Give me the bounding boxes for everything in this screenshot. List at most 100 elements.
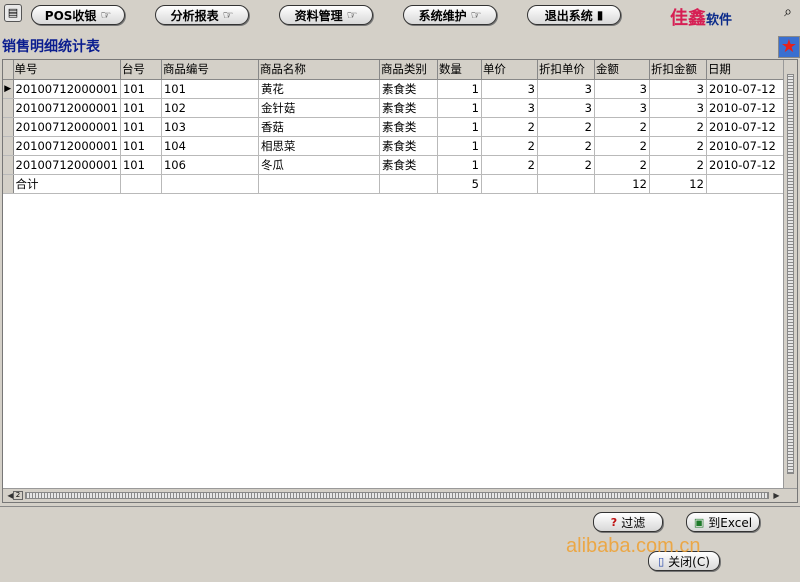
grid-cell[interactable] xyxy=(481,174,538,194)
grid-cell[interactable]: 黄花 xyxy=(258,79,380,99)
column-header[interactable]: 日期 xyxy=(706,60,784,80)
horizontal-scroll-track[interactable] xyxy=(25,492,769,499)
grid-cell[interactable]: 20100712000001 xyxy=(13,117,121,137)
grid-cell[interactable]: 3 xyxy=(537,79,595,99)
column-header[interactable]: 折扣金额 xyxy=(649,60,707,80)
grid-cell[interactable]: 香菇 xyxy=(258,117,380,137)
grid-cell[interactable]: 5 xyxy=(437,174,482,194)
column-header[interactable]: 台号 xyxy=(120,60,162,80)
sales-detail-grid[interactable]: 单号 台号 商品编号 商品名称 商品类别 数量 单价 折扣单价 金额 折扣金额 … xyxy=(2,59,798,503)
grid-cell[interactable]: 3 xyxy=(481,98,538,118)
grid-cell[interactable]: 20100712000001 xyxy=(13,98,121,118)
grid-cell[interactable]: 1 xyxy=(437,155,482,175)
row-indicator[interactable] xyxy=(3,98,14,118)
vertical-scrollbar[interactable] xyxy=(783,60,797,488)
grid-cell[interactable]: 2 xyxy=(481,117,538,137)
grid-cell[interactable]: 素食类 xyxy=(379,155,438,175)
data-management-button[interactable]: 资料管理 ☞ xyxy=(279,5,373,25)
column-header[interactable]: 折扣单价 xyxy=(537,60,595,80)
grid-cell[interactable]: 2 xyxy=(481,155,538,175)
grid-cell[interactable]: 20100712000001 xyxy=(13,136,121,156)
grid-cell[interactable]: 3 xyxy=(481,79,538,99)
grid-cell[interactable] xyxy=(706,174,784,194)
current-row-indicator-icon[interactable]: ▶ xyxy=(3,79,14,99)
grid-cell[interactable] xyxy=(537,174,595,194)
row-indicator[interactable] xyxy=(3,117,14,137)
grid-cell[interactable]: 冬瓜 xyxy=(258,155,380,175)
grid-cell[interactable]: 12 xyxy=(649,174,707,194)
grid-cell[interactable]: 2 xyxy=(537,136,595,156)
grid-cell[interactable]: 3 xyxy=(649,79,707,99)
grid-cell[interactable]: 3 xyxy=(594,79,650,99)
column-header[interactable]: 商品编号 xyxy=(161,60,259,80)
grid-cell[interactable] xyxy=(161,174,259,194)
grid-cell[interactable]: 金针菇 xyxy=(258,98,380,118)
grid-cell[interactable]: 102 xyxy=(161,98,259,118)
magnifier-icon[interactable]: ⌕ xyxy=(780,4,796,20)
grid-cell[interactable]: 20100712000001 xyxy=(13,155,121,175)
grid-cell[interactable]: 103 xyxy=(161,117,259,137)
grid-cell[interactable]: 106 xyxy=(161,155,259,175)
grid-cell[interactable] xyxy=(379,174,438,194)
grid-cell[interactable]: 1 xyxy=(437,98,482,118)
grid-cell[interactable]: 1 xyxy=(437,117,482,137)
grid-cell[interactable]: 2 xyxy=(594,136,650,156)
grid-cell[interactable]: 3 xyxy=(537,98,595,118)
grid-cell[interactable] xyxy=(258,174,380,194)
grid-cell[interactable]: 1 xyxy=(437,136,482,156)
grid-cell[interactable]: 2010-07-12 xyxy=(706,79,784,99)
grid-cell[interactable]: 101 xyxy=(120,98,162,118)
grid-cell[interactable]: 2 xyxy=(649,117,707,137)
star-icon[interactable]: ★ xyxy=(778,36,800,58)
horizontal-scroll-thumb[interactable]: 2 xyxy=(13,491,23,500)
grid-cell[interactable]: 2010-07-12 xyxy=(706,155,784,175)
grid-cell[interactable]: 素食类 xyxy=(379,79,438,99)
column-header[interactable]: 金额 xyxy=(594,60,650,80)
app-menu-icon[interactable]: ▤ xyxy=(4,4,22,22)
grid-cell[interactable]: 素食类 xyxy=(379,98,438,118)
table-row[interactable]: 20100712000001 101 104 相思菜 素食类 1 2 2 2 2 2010-07-1… xyxy=(3,136,784,156)
system-maintenance-button[interactable]: 系统维护 ☞ xyxy=(403,5,497,25)
analysis-report-button[interactable]: 分析报表 ☞ xyxy=(155,5,249,25)
grid-cell[interactable]: 2 xyxy=(537,155,595,175)
grid-cell[interactable]: 2010-07-12 xyxy=(706,117,784,137)
grid-cell[interactable]: 20100712000001 xyxy=(13,79,121,99)
table-row[interactable]: 20100712000001 101 106 冬瓜 素食类 1 2 2 2 2 2010-07-12 xyxy=(3,155,784,175)
vertical-scroll-track[interactable] xyxy=(787,74,794,474)
column-header[interactable]: 数量 xyxy=(437,60,482,80)
grid-cell[interactable]: 2 xyxy=(594,117,650,137)
row-indicator[interactable] xyxy=(3,155,14,175)
grid-cell[interactable]: 2 xyxy=(649,136,707,156)
scroll-right-icon[interactable]: ▶ xyxy=(771,490,782,501)
grid-cell[interactable]: 104 xyxy=(161,136,259,156)
filter-button[interactable]: ? 过滤 xyxy=(593,512,663,532)
exit-system-button[interactable]: 退出系统 ▮ xyxy=(527,5,621,25)
grid-cell[interactable]: 3 xyxy=(649,98,707,118)
grid-cell[interactable] xyxy=(120,174,162,194)
column-header[interactable]: 单号 xyxy=(13,60,121,80)
grid-cell[interactable]: 12 xyxy=(594,174,650,194)
pos-checkout-button[interactable]: POS收银 ☞ xyxy=(31,5,125,25)
grid-cell[interactable]: 2 xyxy=(649,155,707,175)
horizontal-scrollbar[interactable]: ◀ 2 ▶ xyxy=(3,488,797,502)
row-indicator[interactable] xyxy=(3,136,14,156)
grid-cell[interactable]: 1 xyxy=(437,79,482,99)
grid-cell[interactable]: 2010-07-12 xyxy=(706,98,784,118)
grid-cell[interactable]: 素食类 xyxy=(379,117,438,137)
column-header[interactable]: 商品名称 xyxy=(258,60,380,80)
table-row[interactable]: 20100712000001 101 102 金针菇 素食类 1 3 3 3 3 2010-07-1… xyxy=(3,98,784,118)
table-row[interactable]: ▶ 20100712000001 101 101 黄花 素食类 1 3 3 3 3 2010-07-1… xyxy=(3,79,784,99)
grid-cell[interactable]: 2 xyxy=(481,136,538,156)
total-row[interactable]: 合计 5 12 12 xyxy=(3,174,784,194)
grid-cell[interactable]: 101 xyxy=(120,79,162,99)
grid-cell[interactable]: 相思菜 xyxy=(258,136,380,156)
export-excel-button[interactable]: ▣ 到Excel xyxy=(686,512,760,532)
grid-cell[interactable]: 素食类 xyxy=(379,136,438,156)
table-row[interactable]: 20100712000001 101 103 香菇 素食类 1 2 2 2 2 2010-07-12 xyxy=(3,117,784,137)
grid-cell[interactable]: 101 xyxy=(120,136,162,156)
grid-cell[interactable]: 3 xyxy=(594,98,650,118)
grid-cell[interactable]: 2010-07-12 xyxy=(706,136,784,156)
column-header[interactable]: 单价 xyxy=(481,60,538,80)
column-header[interactable]: 商品类别 xyxy=(379,60,438,80)
grid-cell[interactable]: 合计 xyxy=(13,174,121,194)
